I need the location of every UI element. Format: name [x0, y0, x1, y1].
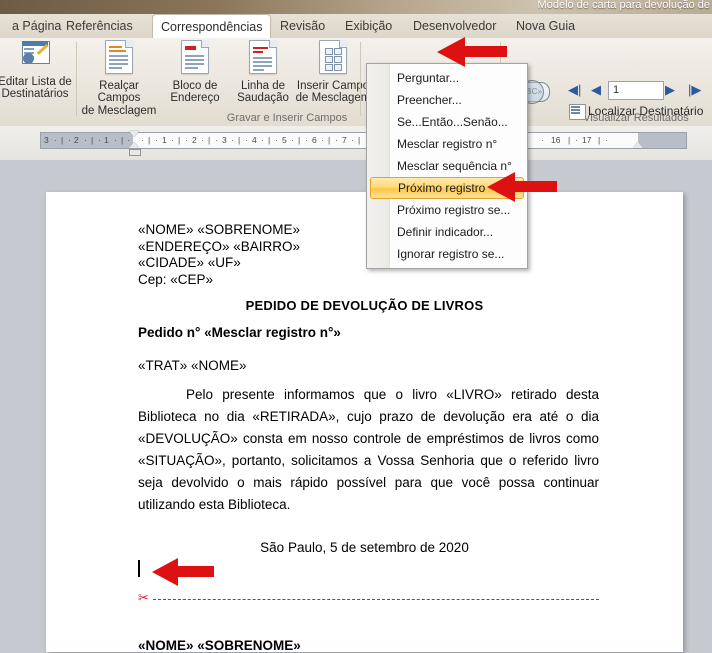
ribbon: Editar Lista de Destinatários ta Realçar… — [0, 38, 712, 142]
menu-item-ignorar-registro-se[interactable]: Ignorar registro se... — [367, 243, 527, 265]
place-date-line: São Paulo, 5 de setembro de 2020 — [260, 540, 469, 555]
body-paragraph: Pelo presente informamos que o livro «LI… — [138, 387, 599, 512]
tab-correspondencias[interactable]: Correspondências — [152, 14, 272, 39]
find-recipient-icon — [569, 104, 586, 120]
ruler-tick: 5 — [282, 135, 287, 145]
bloco-endereco-button[interactable]: Bloco de Endereço — [156, 40, 234, 105]
bottom-name-line: «NOME» «SOBRENOME» — [138, 638, 301, 653]
window-title: Modelo de carta para devolução de — [537, 0, 710, 11]
first-record-button[interactable]: ◀| — [568, 82, 581, 98]
ribbon-tab-strip: a Página Referências Correspondências Re… — [0, 14, 712, 39]
address-block-icon — [156, 40, 234, 78]
ruler-tick: 6 — [312, 135, 317, 145]
cut-line: ✂ — [138, 590, 599, 606]
realcar-campos-button[interactable]: Realçar Campos de Mesclagem — [80, 40, 158, 117]
group-separator-2 — [360, 42, 361, 116]
ruler-tick: 2 — [74, 135, 79, 145]
tab-revisao[interactable]: Revisão — [272, 14, 333, 38]
ribbon-group-iniciar: Editar Lista de Destinatários ta — [0, 38, 76, 126]
tab-referencias[interactable]: Referências — [58, 14, 141, 38]
editar-lista-destinatarios-label: Editar Lista de Destinatários — [0, 75, 72, 101]
document-canvas: «NOME» «SOBRENOME» «ENDEREÇO» «BAIRRO» «… — [0, 160, 712, 653]
realcar-campos-label: Realçar Campos de Mesclagem — [81, 79, 157, 117]
left-indent-marker[interactable] — [129, 149, 141, 156]
annotation-arrow-cursor — [152, 558, 214, 586]
text-cursor — [138, 560, 140, 577]
menu-item-definir-indicador[interactable]: Definir indicador... — [367, 221, 527, 243]
dashed-rule — [153, 599, 599, 600]
ruler-bar[interactable]: 3 · | · 2 · | · 1 · | · · | · 1 · | · 2 · | · 3 · | · … — [40, 131, 687, 156]
ruler-tick: 7 — [342, 135, 347, 145]
highlight-merge-fields-icon — [80, 40, 158, 78]
annotation-arrow-proximo-registro — [487, 172, 557, 202]
ruler-tick: 17 — [582, 135, 592, 145]
first-line-indent-marker[interactable] — [129, 131, 139, 137]
editar-lista-destinatarios-button[interactable]: Editar Lista de Destinatários — [0, 40, 74, 101]
ruler-tick: 3 — [222, 135, 227, 145]
ruler: 3 · | · 2 · | · 1 · | · · | · 1 · | · 2 · | · 3 · | · … — [0, 126, 712, 160]
pedido-number-line: Pedido n° «Mesclar registro n°» — [138, 325, 341, 340]
annotation-arrow-regras — [437, 37, 507, 67]
last-record-button[interactable]: |▶ — [688, 82, 701, 98]
hanging-indent-marker[interactable] — [129, 142, 139, 148]
inserir-campo-mesclagem-label: Inserir Campo de Mesclagem — [295, 79, 371, 105]
menu-item-proximo-registro-se[interactable]: Próximo registro se... — [367, 199, 527, 221]
localizar-destinatario-button[interactable]: Localizar Destinatário — [588, 104, 703, 118]
record-number-input[interactable]: 1 — [608, 81, 664, 100]
ruler-tick: 4 — [252, 135, 257, 145]
menu-item-mesclar-registro[interactable]: Mesclar registro n° — [367, 133, 527, 155]
ribbon-group-gravar-inserir: Realçar Campos de Mesclagem Bloco de End… — [77, 38, 370, 126]
ribbon-group-iniciar-label: ta — [0, 112, 44, 124]
ruler-tick: 2 — [192, 135, 197, 145]
previous-record-button[interactable]: ◀ — [591, 82, 601, 98]
right-indent-marker[interactable] — [633, 142, 643, 148]
document-title: PEDIDO DE DEVOLUÇÃO DE LIVROS — [245, 298, 484, 313]
menu-item-preencher[interactable]: Preencher... — [367, 89, 527, 111]
tab-nova-guia[interactable]: Nova Guia — [508, 14, 583, 38]
ribbon-group-gravar-label: Gravar e Inserir Campos — [226, 112, 348, 124]
menu-item-se-entao-senao[interactable]: Se...Então...Senão... — [367, 111, 527, 133]
greeting-line: «TRAT» «NOME» — [138, 358, 247, 373]
ruler-tick: 3 — [44, 135, 49, 145]
bloco-endereco-label: Bloco de Endereço — [170, 79, 220, 105]
document-page[interactable]: «NOME» «SOBRENOME» «ENDEREÇO» «BAIRRO» «… — [46, 192, 683, 653]
title-bar: Modelo de carta para devolução de — [0, 0, 712, 14]
edit-recipient-list-icon — [0, 40, 74, 74]
tab-desenvolvedor[interactable]: Desenvolvedor — [405, 14, 504, 38]
scissors-icon: ✂ — [138, 590, 149, 605]
ruler-tick: 16 — [551, 135, 561, 145]
address-block-text: «NOME» «SOBRENOME» «ENDEREÇO» «BAIRRO» «… — [138, 222, 301, 287]
tab-exibicao[interactable]: Exibição — [337, 14, 400, 38]
next-record-button[interactable]: ▶ — [665, 82, 675, 98]
ruler-tick: 1 — [104, 135, 109, 145]
insert-merge-field-icon — [290, 40, 376, 78]
ruler-tick: 1 — [162, 135, 167, 145]
regras-dropdown-menu: Perguntar... Preencher... Se...Então...S… — [366, 63, 528, 269]
inserir-campo-mesclagem-button[interactable]: Inserir Campo de Mesclagem — [290, 40, 376, 105]
menu-item-perguntar[interactable]: Perguntar... — [367, 67, 527, 89]
